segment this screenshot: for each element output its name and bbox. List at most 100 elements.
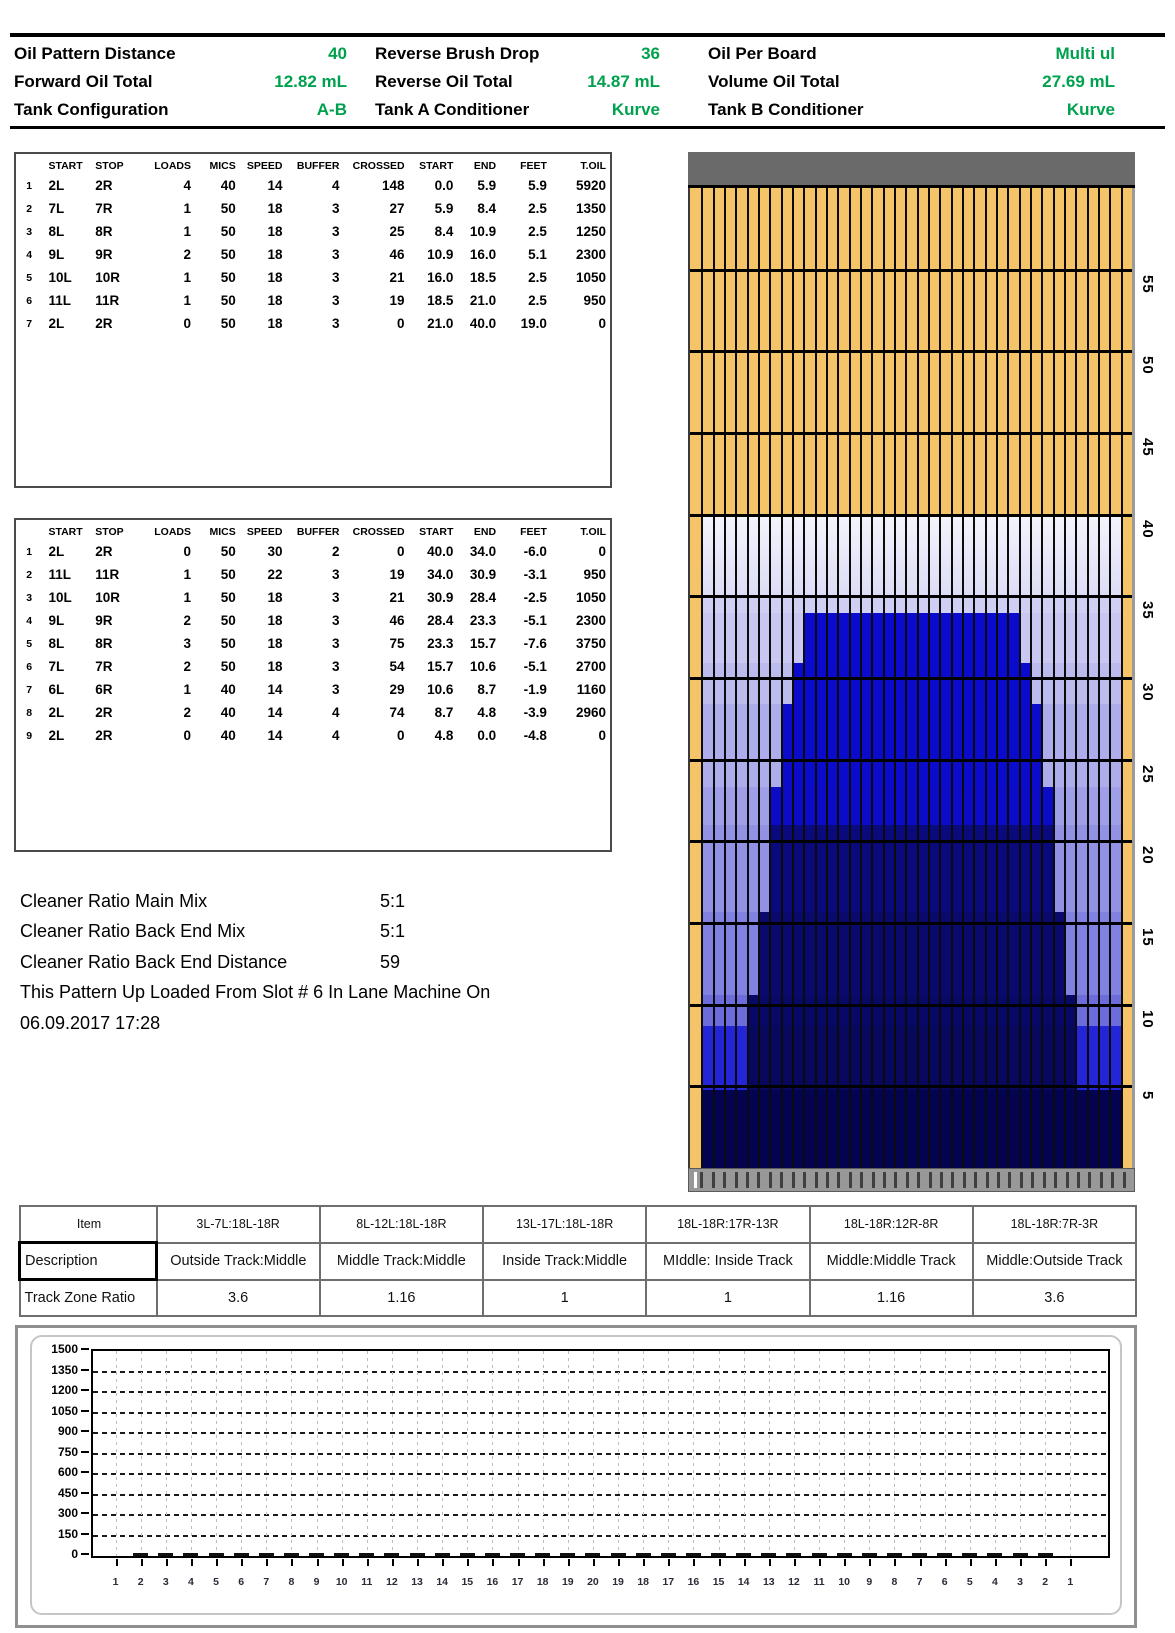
header-field: Oil Per BoardMulti ul <box>708 44 1115 64</box>
header-field: Tank A ConditionerKurve <box>375 100 660 120</box>
oil-bar <box>234 1553 249 1556</box>
track-table-cell: 1 <box>483 1280 646 1317</box>
oil-bar <box>761 1553 776 1556</box>
table-cell: 50 <box>195 220 240 243</box>
oil-bar <box>410 1553 425 1556</box>
reverse-oil-segment <box>913 1554 926 1555</box>
strip-tick <box>974 1172 977 1188</box>
v-gridline <box>618 1351 619 1556</box>
table-row: 76L6R1401432910.68.7-1.91160 <box>16 678 610 701</box>
board-slot: 3 <box>153 1351 178 1556</box>
strip-tick <box>1020 1172 1023 1188</box>
oil-bar <box>786 1553 801 1556</box>
board-slot: 13 <box>405 1351 430 1556</box>
table-cell: 3 <box>287 609 344 632</box>
distance-label: 35 <box>1139 601 1156 620</box>
table-cell: 50 <box>195 197 240 220</box>
x-axis-tick <box>1020 1559 1022 1566</box>
table-cell: 5.9 <box>409 197 458 220</box>
strip-tick <box>860 1172 863 1188</box>
strip-tick <box>815 1172 818 1188</box>
strip-tick <box>1088 1172 1091 1188</box>
table-cell: 7R <box>89 655 146 678</box>
column-header: FEET <box>500 154 551 174</box>
v-gridline <box>467 1351 468 1556</box>
strip-tick <box>1123 1172 1126 1188</box>
column-header: CROSSED <box>343 154 408 174</box>
board-slot: 12 <box>781 1351 806 1556</box>
strip-tick <box>780 1172 783 1188</box>
reverse-pass-table: STARTSTOPLOADSMICSSPEEDBUFFERCROSSEDSTAR… <box>14 518 612 852</box>
track-table-cell: 8L-12L:18L-18R <box>320 1206 483 1243</box>
table-cell: 0.0 <box>457 724 500 747</box>
table-cell: 10R <box>89 586 146 609</box>
reverse-oil-segment <box>436 1554 449 1555</box>
reverse-oil-segment <box>210 1554 223 1555</box>
row-number: 4 <box>16 609 42 632</box>
x-axis-label: 18 <box>631 1576 656 1588</box>
x-axis-tick <box>367 1559 369 1566</box>
x-axis-tick <box>266 1559 268 1566</box>
row-number: 2 <box>16 197 42 220</box>
y-axis-label: 450 <box>26 1486 78 1500</box>
strip-tick <box>1008 1172 1011 1188</box>
x-axis-label: 19 <box>606 1576 631 1588</box>
table-cell: 40 <box>195 678 240 701</box>
table-row: 38L8R150183258.410.92.51250 <box>16 220 610 243</box>
reverse-oil-segment <box>813 1554 826 1555</box>
header-field: Volume Oil Total27.69 mL <box>708 72 1115 92</box>
x-axis-label: 14 <box>430 1576 455 1588</box>
row-number: 4 <box>16 243 42 266</box>
x-axis-tick <box>467 1559 469 1566</box>
y-axis-label: 300 <box>26 1506 78 1520</box>
table-cell: 18.5 <box>409 289 458 312</box>
y-axis-tick <box>81 1451 89 1453</box>
distance-line <box>690 350 1132 353</box>
strip-tick <box>997 1172 1000 1188</box>
table-cell: 10.9 <box>409 243 458 266</box>
pin-deck-strip <box>688 152 1135 188</box>
table-cell: 3 <box>287 678 344 701</box>
reverse-oil-segment <box>938 1554 951 1555</box>
strip-tick <box>1031 1172 1034 1188</box>
header-field-label: Volume Oil Total <box>708 72 840 92</box>
oil-bar <box>585 1553 600 1556</box>
table-cell: 21.0 <box>409 312 458 335</box>
table-cell: 8.4 <box>457 197 500 220</box>
x-axis-label: 11 <box>807 1576 832 1588</box>
track-table-cell: Middle Track:Middle <box>320 1243 483 1280</box>
y-axis-tick <box>81 1389 89 1391</box>
table-cell: 3 <box>287 312 344 335</box>
board-slot: 6 <box>229 1351 254 1556</box>
x-axis-label: 2 <box>1033 1576 1058 1588</box>
oil-distribution-chart: 1500135012001050900750600450300150012345… <box>15 1325 1137 1628</box>
table-cell: 950 <box>551 563 610 586</box>
v-gridline <box>543 1351 544 1556</box>
table-cell: 2L <box>42 701 89 724</box>
table-cell: 2 <box>146 609 195 632</box>
upload-note-line1: This Pattern Up Loaded From Slot # 6 In … <box>20 978 640 1009</box>
x-axis-tick <box>719 1559 721 1566</box>
table-row: 67L7R2501835415.710.6-5.12700 <box>16 655 610 678</box>
board-slot: 5 <box>204 1351 229 1556</box>
reverse-oil-segment <box>1039 1554 1052 1555</box>
reverse-oil-segment <box>963 1554 976 1555</box>
table-cell: 2300 <box>551 243 610 266</box>
table-cell: 2300 <box>551 609 610 632</box>
board-slot: 3 <box>1008 1351 1033 1556</box>
x-axis-label: 4 <box>178 1576 203 1588</box>
table-cell: 0 <box>343 540 408 563</box>
column-header: STOP <box>89 154 146 174</box>
distance-label: 10 <box>1139 1010 1156 1029</box>
x-axis-tick <box>166 1559 168 1566</box>
oil-band-center <box>781 704 1042 787</box>
header-field-value: 40 <box>328 44 347 64</box>
v-gridline <box>970 1351 971 1556</box>
table-cell: -1.9 <box>500 678 551 701</box>
board-slot: 10 <box>832 1351 857 1556</box>
table-cell: 25 <box>343 220 408 243</box>
x-axis-label: 19 <box>555 1576 580 1588</box>
header-field: Forward Oil Total12.82 mL <box>14 72 347 92</box>
v-gridline <box>643 1351 644 1556</box>
table-row: 92L2R04014404.80.0-4.80 <box>16 724 610 747</box>
